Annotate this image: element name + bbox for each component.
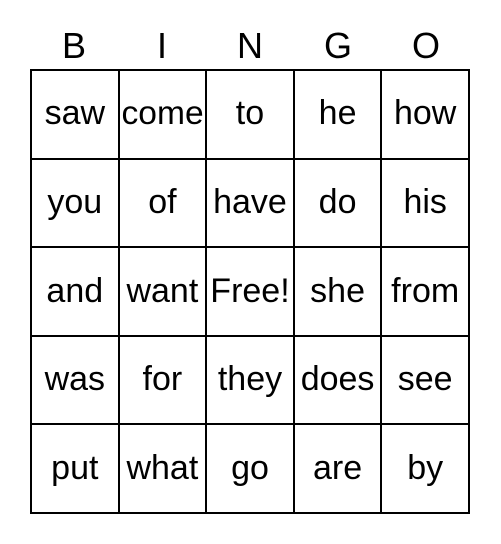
bingo-cell-label: they	[217, 360, 283, 399]
bingo-cell-label: see	[397, 360, 453, 399]
bingo-cell-label: saw	[44, 94, 106, 133]
bingo-free-space-label: Free!	[210, 271, 290, 310]
bingo-header-row: B I N G O	[30, 22, 470, 69]
bingo-cell-n4[interactable]: they	[207, 336, 295, 426]
bingo-cell-o4[interactable]: see	[382, 336, 470, 426]
bingo-cell-label: do	[318, 183, 357, 222]
bingo-cell-label: for	[142, 360, 183, 399]
bingo-cell-b4[interactable]: was	[32, 336, 120, 426]
bingo-cell-i4[interactable]: for	[119, 336, 208, 426]
bingo-cell-label: of	[148, 183, 177, 222]
bingo-grid: saw come to he how you of have do his an…	[30, 69, 470, 514]
bingo-cell-label: have	[213, 183, 287, 222]
bingo-cell-i2[interactable]: of	[119, 159, 208, 249]
bingo-cell-i1[interactable]: come	[119, 71, 208, 160]
bingo-cell-b5[interactable]: put	[32, 425, 120, 514]
bingo-cell-b2[interactable]: you	[32, 159, 120, 249]
bingo-cell-n2[interactable]: have	[207, 159, 295, 249]
bingo-cell-i3[interactable]: want	[119, 248, 208, 337]
bingo-cell-label: are	[313, 448, 363, 487]
bingo-header-n: N	[237, 24, 263, 66]
bingo-cell-label: was	[44, 360, 106, 399]
bingo-row-5: put what go are by	[32, 425, 470, 514]
bingo-cell-g5[interactable]: are	[294, 425, 383, 514]
bingo-cell-label: she	[310, 271, 365, 310]
bingo-cell-b3[interactable]: and	[32, 248, 120, 337]
bingo-cell-label: by	[407, 448, 444, 487]
bingo-card: B I N G O saw come to he how you of have…	[0, 0, 501, 544]
bingo-cell-label: he	[318, 94, 357, 133]
bingo-header-o: O	[411, 24, 440, 66]
bingo-cell-g4[interactable]: does	[294, 336, 383, 426]
bingo-header-b: B	[61, 24, 86, 66]
bingo-cell-g2[interactable]: do	[294, 159, 383, 249]
bingo-cell-i5[interactable]: what	[119, 425, 208, 514]
bingo-cell-label: and	[46, 271, 104, 310]
bingo-cell-label: want	[126, 271, 199, 310]
bingo-row-4: was for they does see	[32, 336, 470, 426]
bingo-row-3: and want Free! she from	[32, 248, 470, 337]
bingo-cell-label: go	[231, 448, 269, 487]
bingo-cell-g3[interactable]: she	[294, 248, 383, 337]
bingo-header-i: I	[156, 24, 167, 66]
bingo-cell-o3[interactable]: from	[382, 248, 470, 337]
bingo-row-2: you of have do his	[32, 159, 470, 249]
bingo-cell-o2[interactable]: his	[382, 159, 470, 249]
bingo-cell-label: how	[393, 94, 457, 133]
bingo-cell-label: come	[121, 94, 204, 133]
bingo-cell-n5[interactable]: go	[207, 425, 295, 514]
bingo-cell-o1[interactable]: how	[382, 71, 470, 160]
bingo-cell-label: his	[403, 183, 447, 222]
bingo-cell-label: does	[300, 360, 375, 399]
bingo-cell-free-space[interactable]: Free!	[207, 248, 295, 337]
bingo-cell-label: to	[235, 94, 265, 133]
bingo-cell-n1[interactable]: to	[207, 71, 295, 160]
bingo-cell-label: from	[391, 271, 460, 310]
bingo-cell-g1[interactable]: he	[294, 71, 383, 160]
bingo-cell-label: what	[126, 448, 199, 487]
bingo-cell-o5[interactable]: by	[382, 425, 470, 514]
bingo-cell-label: you	[47, 183, 103, 222]
bingo-header-g: G	[323, 24, 352, 66]
bingo-cell-label: put	[51, 448, 99, 487]
bingo-row-1: saw come to he how	[32, 71, 470, 160]
bingo-cell-b1[interactable]: saw	[32, 71, 120, 160]
